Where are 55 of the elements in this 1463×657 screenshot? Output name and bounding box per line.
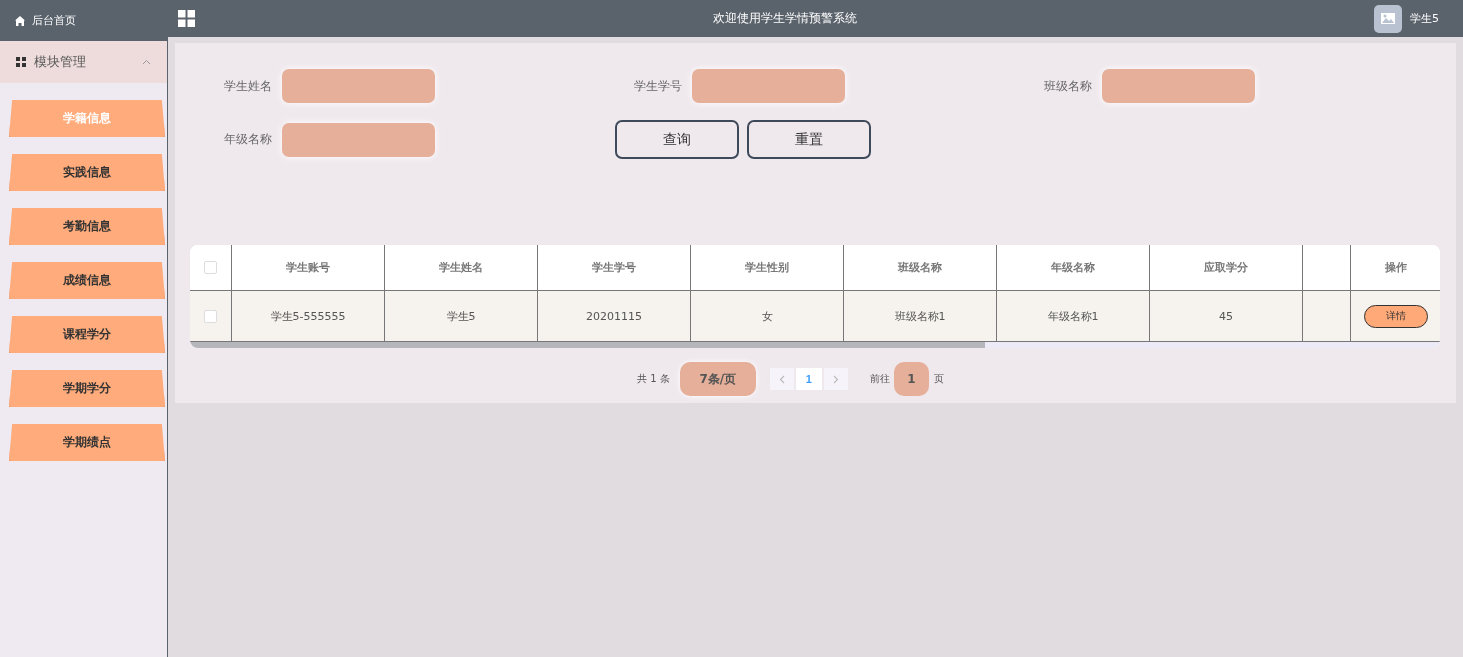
- goto-label: 前往: [869, 372, 890, 386]
- input-field[interactable]: [282, 69, 435, 103]
- checkbox[interactable]: [204, 309, 217, 323]
- form-button[interactable]: 查询: [615, 120, 739, 159]
- chevron-left-icon: [778, 375, 785, 384]
- form-button[interactable]: 重置: [747, 120, 871, 159]
- column-header: [1303, 245, 1351, 291]
- column-header: 学生学号: [538, 245, 691, 291]
- checkbox[interactable]: [204, 261, 217, 274]
- column-header: 操作: [1351, 245, 1440, 291]
- menu-icon: [178, 10, 195, 27]
- home-icon: [14, 14, 26, 27]
- menu-item[interactable]: 学期学分: [9, 370, 165, 407]
- column-header: 学生性别: [691, 245, 844, 291]
- menu-item[interactable]: 成绩信息: [9, 262, 165, 299]
- home-label: 后台首页: [32, 13, 76, 28]
- menu-item[interactable]: 实践信息: [9, 154, 165, 191]
- menu-group[interactable]: 模块管理: [0, 41, 167, 83]
- window-title: 欢迎使用学生学情预警系统: [711, 10, 858, 27]
- column-header: 学生账号: [232, 245, 385, 291]
- input-field[interactable]: [1102, 69, 1255, 103]
- chevron-right-icon: [832, 375, 839, 384]
- table-cell: 45: [1150, 291, 1303, 342]
- menu-group-label: 模块管理: [34, 53, 87, 71]
- table-cell: 学生5: [385, 291, 538, 342]
- table-cell: 学生5-555555: [232, 291, 385, 342]
- total-count: 共 1 条: [637, 372, 670, 386]
- table-cell: 女: [691, 291, 844, 342]
- user-name: 学生5: [1410, 11, 1439, 26]
- avatar-icon: [1374, 4, 1402, 33]
- page-unit: 页: [933, 372, 944, 386]
- menu-item[interactable]: 课程学分: [9, 316, 165, 353]
- home-link[interactable]: 后台首页: [0, 0, 167, 41]
- next-page-button[interactable]: [823, 368, 848, 390]
- menu-item[interactable]: 学期绩点: [9, 424, 165, 461]
- column-header: 学生姓名: [385, 245, 538, 291]
- menu-item[interactable]: 考勤信息: [9, 208, 165, 245]
- scrollbar[interactable]: [190, 342, 1440, 348]
- input-field[interactable]: [692, 69, 845, 103]
- detail-button[interactable]: 详情: [1364, 304, 1428, 328]
- field-label: 学生姓名: [224, 77, 273, 95]
- table-cell: 年级名称1: [997, 291, 1150, 342]
- column-header: 应取学分: [1150, 245, 1303, 291]
- table-cell: 20201115: [538, 291, 691, 342]
- field-label: 年级名称: [224, 131, 273, 148]
- table-cell: 班级名称1: [844, 291, 997, 342]
- column-header: 年级名称: [997, 245, 1150, 291]
- previous-page-button[interactable]: [769, 368, 794, 390]
- column-header: 班级名称: [844, 245, 997, 291]
- field-label: 班级名称: [1044, 77, 1093, 95]
- input-field[interactable]: [282, 122, 435, 157]
- grid-icon: [16, 57, 26, 67]
- page-input[interactable]: 1: [893, 362, 929, 396]
- field-label: 学生学号: [634, 77, 683, 95]
- page-size-select[interactable]: 7条/页: [679, 362, 756, 396]
